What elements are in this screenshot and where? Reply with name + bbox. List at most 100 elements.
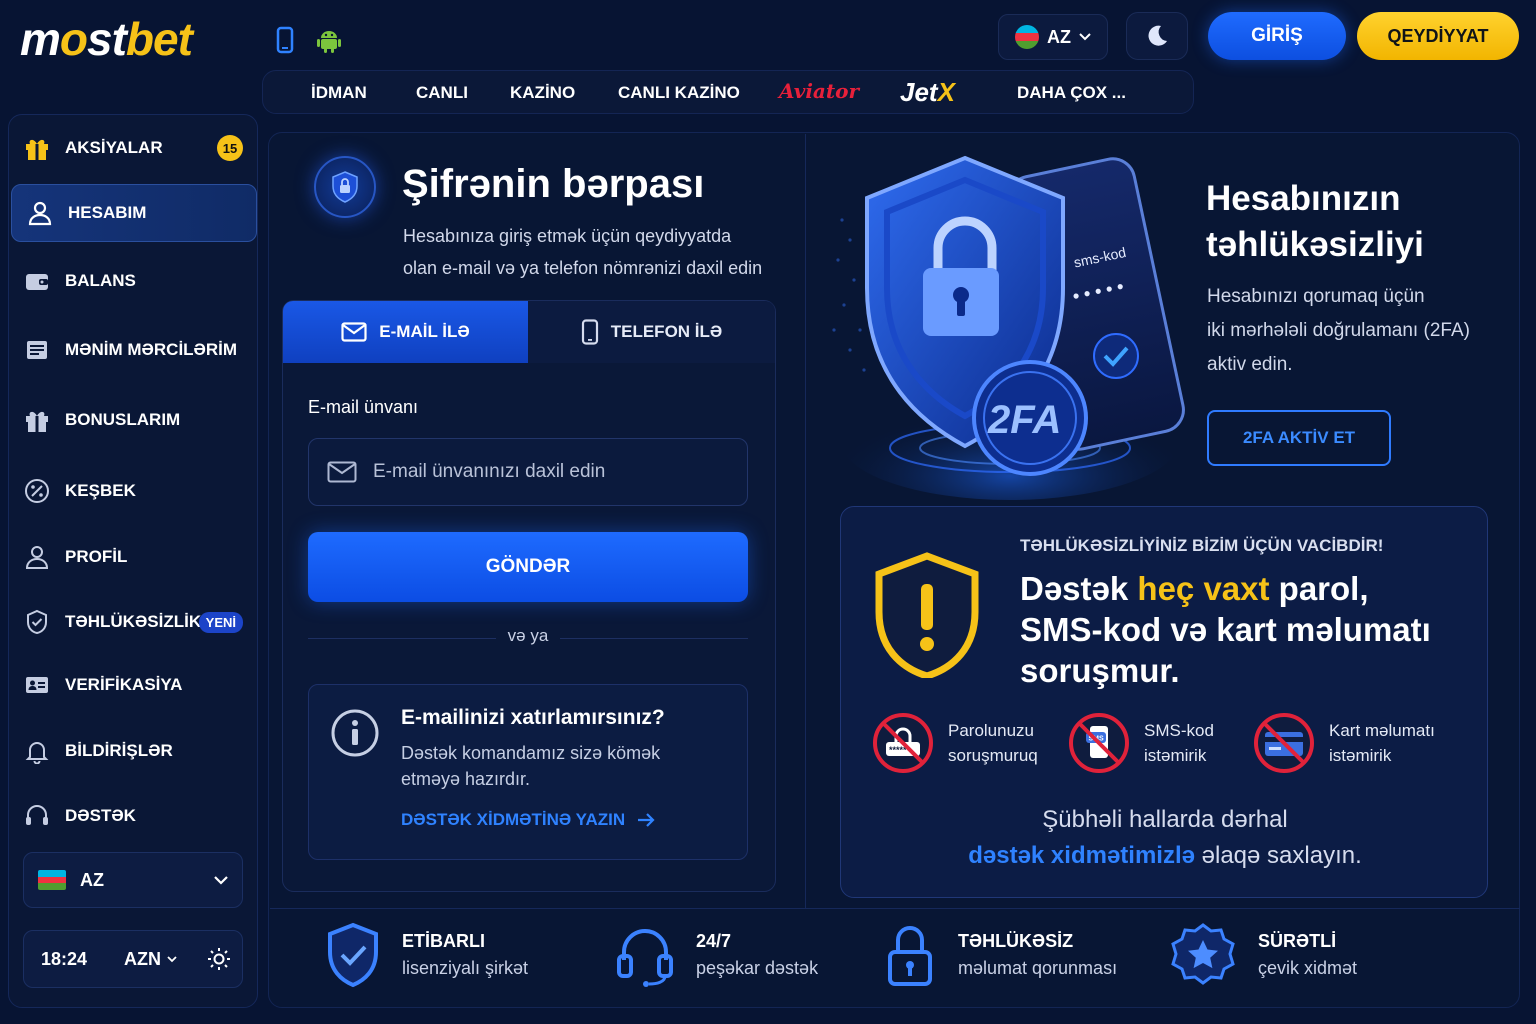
sidebar-item-bonuses[interactable]: BONUSLARIM — [9, 391, 257, 449]
warning-headline-highlight: heç vaxt — [1137, 570, 1270, 607]
shield-check-icon — [23, 608, 51, 636]
feature-reliable: ETİBARLI lisenziyalı şirkət — [326, 922, 528, 988]
sidebar-item-notifications[interactable]: BİLDİRİŞLƏR — [9, 722, 257, 780]
no-password-item: ***** Parolunuzu soruşmuruq — [872, 712, 1038, 774]
warning-headline-line-3: soruşmur. — [1020, 652, 1180, 689]
warning-headline-line-1: Dəstək heç vaxt parol, — [1020, 568, 1460, 609]
language-selector[interactable]: AZ — [998, 14, 1108, 60]
no-card-icon — [1253, 712, 1315, 774]
sidebar-item-label: BİLDİRİŞLƏR — [65, 741, 173, 760]
login-button[interactable]: GİRİŞ — [1208, 12, 1346, 60]
mostbet-logo[interactable]: mostbet — [20, 14, 193, 64]
nav-item-sport[interactable]: İDMAN — [311, 83, 367, 103]
sidebar-item-security[interactable]: TƏHLÜKƏSİZLİK YENİ — [9, 593, 257, 651]
register-button[interactable]: QEYDİYYAT — [1357, 12, 1519, 60]
moon-icon — [1144, 23, 1170, 49]
user-icon — [26, 199, 54, 227]
sidebar-item-profile[interactable]: PROFİL — [9, 528, 257, 586]
jetx-x: X — [937, 77, 955, 107]
security-description-line-1: Hesabınızı qorumaq üçün — [1207, 286, 1425, 307]
tab-email[interactable]: E-MAİL İLƏ — [283, 301, 528, 363]
wallet-icon — [23, 267, 51, 295]
tab-phone-label: TELEFON İLƏ — [610, 322, 723, 341]
info-icon — [330, 708, 380, 758]
security-illustration: sms-kod • • • • • 2FA — [820, 140, 1190, 500]
feature-fast: SÜRƏTLİ çevik xidmət — [1170, 922, 1357, 988]
email-field[interactable] — [308, 438, 748, 506]
feature-fast-title: SÜRƏTLİ — [1258, 931, 1337, 951]
no-sms-icon: SMS — [1068, 712, 1130, 774]
sidebar-item-promotions[interactable]: AKSİYALAR 15 — [9, 119, 257, 177]
no-password-icon: ***** — [872, 712, 934, 774]
tab-phone[interactable]: TELEFON İLƏ — [528, 301, 775, 363]
feature-fast-text: SÜRƏTLİ çevik xidmət — [1258, 928, 1357, 982]
warning-footer: Şübhəli hallarda dərhal dəstək xidmətimi… — [860, 802, 1470, 874]
currency-selector[interactable]: AZN — [124, 949, 177, 970]
no-sms-text-line-1: SMS-kod — [1144, 721, 1214, 740]
azerbaijan-flag-icon — [38, 870, 66, 890]
sidebar-item-balance[interactable]: BALANS — [9, 252, 257, 310]
sidebar-item-account[interactable]: HESABIM — [11, 184, 257, 242]
nav-item-live-casino[interactable]: CANLI KAZİNO — [618, 83, 740, 103]
mobile-app-icon[interactable] — [274, 26, 300, 54]
support-service-link[interactable]: dəstək xidmətimizlə — [968, 842, 1195, 869]
sidebar-item-label: BALANS — [65, 271, 136, 290]
bell-icon — [23, 737, 51, 765]
no-card-text-line-2: istəmirik — [1329, 746, 1392, 765]
promotions-count-badge: 15 — [217, 135, 243, 161]
android-icon[interactable] — [316, 26, 342, 54]
language-label: AZ — [1047, 26, 1071, 47]
feature-support: 24/7 peşəkar dəstək — [616, 922, 818, 988]
phone-icon — [581, 319, 599, 345]
nav-item-live[interactable]: CANLI — [416, 83, 468, 103]
theme-toggle-button[interactable] — [1126, 12, 1188, 60]
no-password-text-line-2: soruşmuruq — [948, 746, 1038, 765]
nav-item-jetx[interactable]: JetX — [900, 77, 955, 108]
forgot-email-description-line-2: etməyə hazırdır. — [401, 769, 531, 789]
email-input[interactable] — [373, 461, 713, 483]
page-subtitle-line-1: Hesabınıza giriş etmək üçün qeydiyyatda — [403, 226, 732, 246]
contact-support-link[interactable]: DƏSTƏK XİDMƏTİNƏ YAZIN — [401, 810, 655, 830]
sidebar-item-label: HESABIM — [68, 203, 147, 222]
or-separator: və ya — [496, 626, 560, 646]
no-password-text-line-1: Parolunuzu — [948, 721, 1035, 740]
sidebar-item-label: DƏSTƏK — [65, 806, 136, 825]
azerbaijan-flag-icon — [1015, 25, 1039, 49]
sidebar-item-label: TƏHLÜKƏSİZLİK — [65, 612, 202, 631]
sidebar-item-my-bets[interactable]: MƏNİM MƏRCİLƏRİM — [9, 321, 257, 379]
forgot-email-title: E-mailinizi xatırlamırsınız? — [401, 706, 665, 729]
sidebar-language-selector[interactable]: AZ — [23, 852, 243, 908]
feature-secure: TƏHLÜKƏSİZ məlumat qorunması — [884, 922, 1117, 988]
sidebar-item-label: MƏNİM MƏRCİLƏRİM — [65, 340, 238, 359]
forgot-email-description: Dəstək komandamız sizə kömək etməyə hazı… — [401, 740, 721, 792]
sidebar-item-support[interactable]: DƏSTƏK — [9, 787, 257, 845]
warning-headline-part: Dəstək — [1020, 570, 1138, 607]
sidebar-item-label: BONUSLARIM — [65, 410, 181, 429]
currency-label: AZN — [124, 949, 161, 969]
star-badge-icon — [1170, 922, 1236, 988]
feature-secure-subtitle: məlumat qorunması — [958, 958, 1118, 978]
nav-item-aviator[interactable]: Aviator — [779, 79, 859, 103]
sidebar-item-cashback[interactable]: KEŞBEK — [9, 462, 257, 520]
main-navigation: İDMAN CANLI KAZİNO CANLI KAZİNO Aviator … — [262, 70, 1194, 114]
send-button[interactable]: GÖNDƏR — [308, 532, 748, 602]
no-password-text: Parolunuzu soruşmuruq — [948, 718, 1038, 768]
arrow-right-icon — [637, 813, 655, 827]
no-sms-text: SMS-kod istəmirik — [1144, 718, 1214, 768]
enable-2fa-button[interactable]: 2FA AKTİV ET — [1207, 410, 1391, 466]
chevron-down-icon — [167, 956, 177, 963]
sun-icon[interactable] — [207, 947, 231, 971]
feature-support-text: 24/7 peşəkar dəstək — [696, 928, 818, 982]
nav-item-more[interactable]: DAHA ÇOX ... — [1017, 83, 1126, 103]
sidebar-item-label: AKSİYALAR — [65, 138, 163, 157]
shield-check-icon — [326, 922, 380, 988]
sidebar-status-bar: 18:24 AZN — [23, 930, 243, 988]
tab-email-label: E-MAİL İLƏ — [379, 322, 470, 341]
percent-icon — [23, 477, 51, 505]
sidebar-item-verification[interactable]: VERİFİKASİYA — [9, 656, 257, 714]
footer-divider — [270, 908, 1520, 909]
feature-support-subtitle: peşəkar dəstək — [696, 958, 819, 978]
nav-item-casino[interactable]: KAZİNO — [510, 83, 575, 103]
page-subtitle-line-2: olan e-mail və ya telefon nömrənizi daxi… — [403, 258, 763, 278]
headset-icon — [23, 802, 51, 830]
